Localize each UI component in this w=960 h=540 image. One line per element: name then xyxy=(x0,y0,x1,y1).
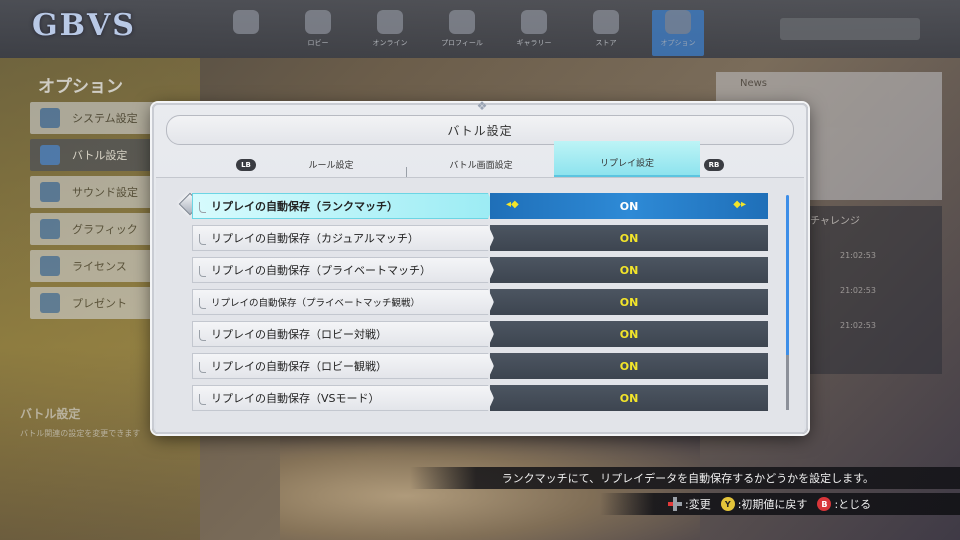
tab-battle-screen-settings[interactable]: バトル画面設定 xyxy=(408,141,554,177)
menu-item-sound[interactable]: サウンド設定 xyxy=(30,176,170,208)
card-icon xyxy=(449,10,475,34)
setting-row-vs-mode[interactable]: リプレイの自動保存（VSモード） ON xyxy=(192,385,772,411)
y-button-icon: Y xyxy=(720,497,735,511)
tab-rule-settings[interactable]: ルール設定 xyxy=(258,141,404,177)
setting-value[interactable]: ON xyxy=(490,321,768,347)
speaker-icon xyxy=(40,182,60,202)
swords-icon xyxy=(40,145,60,165)
setting-row-casual-match[interactable]: リプレイの自動保存（カジュアルマッチ） ON xyxy=(192,225,772,251)
setting-row-private-match[interactable]: リプレイの自動保存（プライベートマッチ） ON xyxy=(192,257,772,283)
tab-bar: LB ルール設定 バトル画面設定 リプレイ設定 RB xyxy=(154,141,806,177)
monitor-icon xyxy=(40,219,60,239)
ticket-icon xyxy=(233,10,259,34)
description-text: ランクマッチにて、リプレイデータを自動保存するかどうかを設定します。 xyxy=(501,472,874,485)
tab-replay-settings[interactable]: リプレイ設定 xyxy=(554,141,700,177)
game-logo: GBVS xyxy=(32,8,136,43)
setting-row-lobby-spectate[interactable]: リプレイの自動保存（ロビー観戦） ON xyxy=(192,353,772,379)
ornament-icon: ❖ xyxy=(476,99,488,113)
swords-icon xyxy=(305,10,331,34)
nav-item-lobby[interactable]: ロビー xyxy=(292,10,344,56)
tab-separator xyxy=(406,167,407,177)
rb-button-icon[interactable]: RB xyxy=(704,159,724,171)
setting-label: リプレイの自動保存（カジュアルマッチ） xyxy=(192,225,494,251)
book-icon xyxy=(521,10,547,34)
menu-item-graphics[interactable]: グラフィック xyxy=(30,213,170,245)
player-name-plate xyxy=(780,18,920,40)
arrow-left-icon[interactable]: ◂◆ xyxy=(506,199,519,210)
setting-label: リプレイの自動保存（ランクマッチ） xyxy=(192,193,494,219)
nav-item-store[interactable]: ストア xyxy=(580,10,632,56)
system-icon xyxy=(40,108,60,128)
battle-settings-dialog: ❖ バトル設定 LB ルール設定 バトル画面設定 リプレイ設定 RB リプレイの… xyxy=(152,99,808,434)
setting-row-lobby-battle[interactable]: リプレイの自動保存（ロビー対戦） ON xyxy=(192,321,772,347)
scrollbar-thumb[interactable] xyxy=(786,195,789,357)
setting-row-rank-match[interactable]: リプレイの自動保存（ランクマッチ） ◂◆ ON ◆▸ xyxy=(192,193,772,219)
setting-value[interactable]: ON xyxy=(490,257,768,283)
setting-label: リプレイの自動保存（ロビー対戦） xyxy=(192,321,494,347)
settings-list: リプレイの自動保存（ランクマッチ） ◂◆ ON ◆▸ リプレイの自動保存（カジュ… xyxy=(156,177,804,432)
main-nav: ロビー オンライン プロフィール ギャラリー ストア オプション xyxy=(220,10,704,56)
store-icon xyxy=(593,10,619,34)
options-menu: システム設定 バトル設定 サウンド設定 グラフィック ライセンス プレゼント xyxy=(30,102,170,324)
menu-item-system[interactable]: システム設定 xyxy=(30,102,170,134)
challenge-panel: チャレンジ 21:02:53 21:02:53 21:02:53 xyxy=(800,206,942,374)
scrollbar-track[interactable] xyxy=(786,355,789,410)
gift-icon xyxy=(40,293,60,313)
nav-item-profile[interactable]: プロフィール xyxy=(436,10,488,56)
gear-icon xyxy=(665,10,691,34)
setting-label: リプレイの自動保存（プライベートマッチ） xyxy=(192,257,494,283)
dialog-title: バトル設定 xyxy=(447,123,513,138)
hint-change: :変更 xyxy=(668,496,711,512)
nav-item-options[interactable]: オプション xyxy=(652,10,704,56)
hint-reset[interactable]: Y :初期値に戻す xyxy=(720,496,807,512)
description-bar: ランクマッチにて、リプレイデータを自動保存するかどうかを設定します。 xyxy=(410,467,960,489)
setting-label: リプレイの自動保存（ロビー観戦） xyxy=(192,353,494,379)
menu-item-battle[interactable]: バトル設定 xyxy=(30,139,170,171)
menu-item-present[interactable]: プレゼント xyxy=(30,287,170,319)
license-icon xyxy=(40,256,60,276)
dpad-icon xyxy=(668,497,682,511)
lb-button-icon[interactable]: LB xyxy=(236,159,256,171)
setting-value[interactable]: ◂◆ ON ◆▸ xyxy=(490,193,768,219)
nav-item-gallery[interactable]: ギャラリー xyxy=(508,10,560,56)
setting-row-private-spectate[interactable]: リプレイの自動保存（プライベートマッチ観戦） ON xyxy=(192,289,772,315)
b-button-icon: B xyxy=(817,497,832,511)
button-help-bar: :変更 Y :初期値に戻す B :とじる xyxy=(600,493,960,515)
setting-label: リプレイの自動保存（VSモード） xyxy=(192,385,494,411)
setting-value[interactable]: ON xyxy=(490,353,768,379)
nav-item-online[interactable]: オンライン xyxy=(364,10,416,56)
hint-close[interactable]: B :とじる xyxy=(817,496,871,512)
setting-value[interactable]: ON xyxy=(490,225,768,251)
arrow-right-icon[interactable]: ◆▸ xyxy=(733,199,746,210)
globe-icon xyxy=(377,10,403,34)
options-title: オプション xyxy=(38,77,123,97)
setting-label: リプレイの自動保存（プライベートマッチ観戦） xyxy=(192,289,494,315)
menu-item-license[interactable]: ライセンス xyxy=(30,250,170,282)
nav-item-0[interactable] xyxy=(220,10,272,56)
setting-value[interactable]: ON xyxy=(490,385,768,411)
setting-value[interactable]: ON xyxy=(490,289,768,315)
